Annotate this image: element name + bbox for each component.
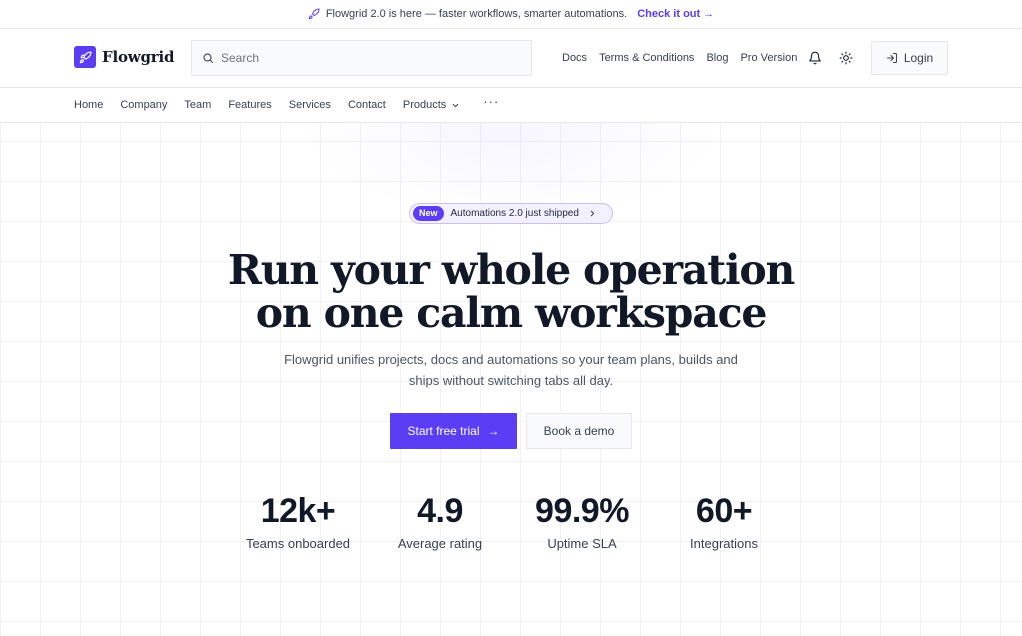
headline-line-2: on one calm workspace (255, 289, 768, 337)
top-nav: Docs Terms & Conditions Blog Pro Version (562, 52, 809, 64)
stat-value: 4.9 (417, 492, 463, 530)
stat-value: 60+ (695, 492, 753, 530)
subnav-item-features[interactable]: Features (228, 99, 271, 111)
hero-headline: Run your whole operation on one calm wor… (0, 249, 1022, 335)
brand-name: Flowgrid (102, 48, 175, 66)
search-box[interactable] (191, 40, 532, 76)
hero-subcopy: Flowgrid unifies projects, docs and auto… (284, 352, 738, 388)
stat-label: Average rating (397, 536, 483, 551)
nav-link-docs[interactable]: Docs (562, 52, 587, 64)
subnav-item-company[interactable]: Company (120, 99, 167, 111)
sub-nav: Home Company Team Features Services Cont… (0, 88, 1022, 123)
stat-label: Integrations (690, 536, 758, 551)
rocket-icon (74, 46, 96, 68)
subnav-item-home[interactable]: Home (74, 99, 103, 111)
book-demo-button[interactable]: Book a demo (526, 413, 632, 449)
start-free-trial-button[interactable]: Start free trial → (390, 413, 517, 449)
stat-integrations: 60+ Integrations (649, 491, 799, 551)
brand-logo[interactable]: Flowgrid (74, 46, 174, 68)
nav-link-blog[interactable]: Blog (706, 52, 728, 64)
announcement-bar: Flowgrid 2.0 is here — faster workflows,… (0, 0, 1022, 29)
announcement-link-label: Check it out (637, 8, 701, 20)
subnav-item-contact[interactable]: Contact (348, 99, 386, 111)
chevron-right-icon (590, 210, 595, 217)
stat-label: Teams onboarded (245, 536, 351, 551)
subnav-item-services[interactable]: Services (289, 99, 331, 111)
announcement-link[interactable]: Check it out → (637, 8, 714, 20)
bell-icon[interactable] (808, 51, 822, 65)
rocket-icon (308, 8, 320, 20)
site-header: Flowgrid Docs Terms & Conditions Blog Pr… (0, 29, 1022, 88)
stat-value: 12k+ (260, 492, 336, 530)
search-input[interactable] (221, 51, 511, 65)
stat-label: Uptime SLA (547, 536, 617, 551)
stat-teams: 12k+ Teams onboarded (223, 491, 373, 551)
stat-value: 99.9% (535, 492, 629, 530)
headline-line-1: Run your whole operation (227, 246, 796, 294)
announcement-text: Flowgrid 2.0 is here — faster workflows,… (325, 8, 628, 20)
announcement-badge[interactable]: New Automations 2.0 just shipped (409, 203, 613, 224)
login-icon (886, 53, 897, 63)
sun-icon[interactable] (839, 51, 853, 65)
subnav-item-team[interactable]: Team (184, 99, 211, 111)
search-icon (203, 53, 214, 64)
login-label: Login (903, 51, 934, 65)
stat-rating: 4.9 Average rating (365, 491, 515, 551)
hero-section: New Automations 2.0 just shipped Run you… (0, 123, 1022, 636)
new-badge: New (413, 206, 444, 221)
subnav-products-label: Products (402, 99, 447, 111)
subnav-item-products[interactable]: Products (403, 99, 460, 111)
stat-uptime: 99.9% Uptime SLA (507, 491, 657, 551)
nav-link-terms[interactable]: Terms & Conditions (599, 52, 694, 64)
chevron-down-icon (453, 103, 459, 107)
more-menu-button[interactable]: ··· (483, 95, 499, 108)
badge-text: Automations 2.0 just shipped (450, 208, 579, 219)
arrow-right-icon: → (487, 424, 500, 438)
start-free-trial-label: Start free trial (407, 424, 480, 438)
login-button[interactable]: Login (871, 41, 948, 75)
nav-link-pro-version[interactable]: Pro Version (740, 52, 797, 64)
arrow-right-icon: → (703, 8, 715, 20)
